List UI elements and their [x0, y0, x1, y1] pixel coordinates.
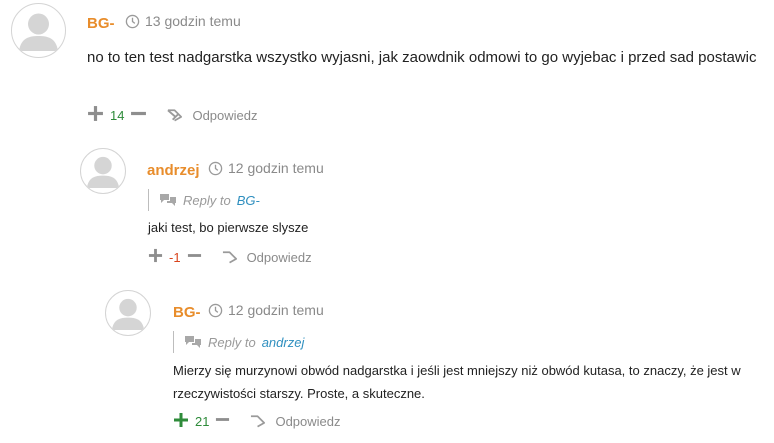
vote-score: -1	[169, 249, 181, 265]
comment-author[interactable]: BG-	[173, 304, 201, 321]
comment-3: BG- 12 godzin temu Reply to andrzej Mier…	[0, 282, 774, 442]
reply-arrow-icon	[167, 109, 183, 122]
downvote-button[interactable]	[215, 412, 230, 430]
plus-icon	[174, 412, 188, 427]
vote-score: 14	[110, 107, 125, 123]
reply-to-link[interactable]: BG-	[237, 193, 260, 208]
avatar-placeholder-icon	[86, 156, 120, 189]
comment-time-text: 12 godzin temu	[228, 160, 324, 176]
reply-to-label: Reply to	[183, 192, 231, 208]
comment-body: no to ten test nadgarstka wszystko wyjas…	[87, 49, 757, 66]
comment-body: jaki test, bo pierwsze slysze	[148, 220, 309, 235]
reply-to-label: Reply to	[208, 334, 256, 350]
reply-arrow-icon	[251, 415, 266, 428]
plus-icon	[88, 106, 103, 121]
reply-to-reference: Reply to BG-	[148, 189, 260, 211]
comment-time[interactable]: 12 godzin temu	[208, 302, 324, 318]
reply-label: Odpowiedz	[246, 249, 312, 265]
avatar[interactable]	[80, 148, 126, 194]
avatar-placeholder-icon	[111, 298, 145, 331]
reply-label: Odpowiedz	[275, 413, 341, 429]
clock-icon	[125, 14, 140, 28]
comment-author[interactable]: BG-	[87, 15, 115, 32]
plus-icon	[148, 248, 163, 263]
comment-time[interactable]: 12 godzin temu	[208, 160, 324, 176]
comment-1: BG- 13 godzin temu no to ten test nadgar…	[0, 0, 774, 130]
upvote-button[interactable]	[148, 248, 163, 266]
reply-to-link[interactable]: andrzej	[262, 335, 305, 350]
vote-score: 21	[195, 413, 210, 429]
reply-label: Odpowiedz	[192, 107, 258, 123]
avatar[interactable]	[11, 3, 66, 58]
comment-time-text: 12 godzin temu	[228, 302, 324, 318]
comment-body: Mierzy się murzynowi obwód nadgarstka i …	[173, 363, 741, 401]
avatar[interactable]	[105, 290, 151, 336]
avatar-placeholder-icon	[19, 13, 58, 51]
reply-button[interactable]: Odpowiedz	[222, 250, 312, 265]
upvote-button[interactable]	[173, 412, 189, 431]
minus-icon	[131, 111, 147, 116]
reply-arrow-icon	[222, 251, 237, 264]
comment-bubbles-icon	[160, 194, 176, 206]
reply-button[interactable]: Odpowiedz	[250, 413, 341, 429]
minus-icon	[216, 418, 230, 421]
comment-actions: 21 Odpowiedz	[173, 411, 341, 431]
reply-to-reference: Reply to andrzej	[173, 331, 304, 353]
comment-time[interactable]: 13 godzin temu	[125, 13, 241, 29]
downvote-button[interactable]	[187, 248, 202, 266]
downvote-button[interactable]	[130, 105, 147, 125]
comment-2: andrzej 12 godzin temu Reply to BG- jaki…	[0, 140, 774, 275]
reply-button[interactable]: Odpowiedz	[167, 107, 258, 123]
comment-time-text: 13 godzin temu	[145, 13, 241, 29]
clock-icon	[208, 161, 223, 175]
comment-bubbles-icon	[185, 336, 201, 348]
clock-icon	[208, 303, 223, 317]
comment-actions: 14 Odpowiedz	[87, 105, 258, 125]
comment-actions: -1 Odpowiedz	[148, 247, 312, 267]
comment-author[interactable]: andrzej	[147, 162, 200, 179]
upvote-button[interactable]	[87, 105, 104, 125]
minus-icon	[187, 254, 201, 257]
